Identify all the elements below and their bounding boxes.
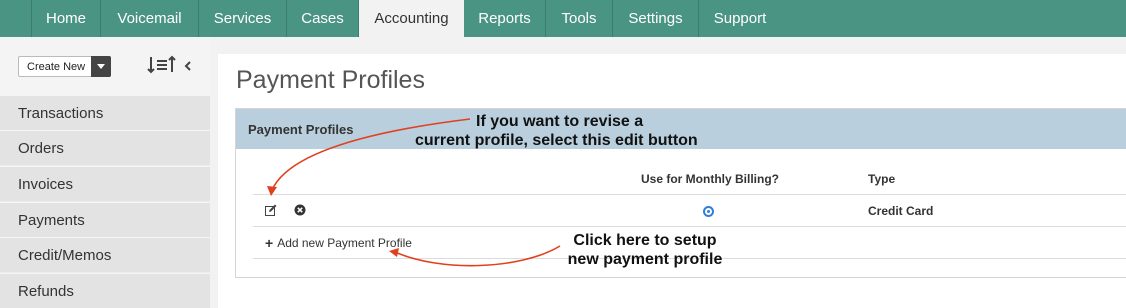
- sidebar-item-credit-memos[interactable]: Credit/Memos: [0, 237, 210, 272]
- add-payment-profile-label: Add new Payment Profile: [277, 236, 412, 250]
- add-annotation-line1: Click here to setup: [573, 232, 717, 249]
- tab-accounting[interactable]: Accounting: [359, 0, 464, 37]
- edit-annotation-line2: current profile, select this edit button: [415, 132, 698, 149]
- tab-home[interactable]: Home: [32, 0, 101, 37]
- collapse-sidebar-icon[interactable]: [183, 60, 193, 72]
- sidebar-toolbar: Create New: [0, 37, 210, 95]
- nav-spacer: [0, 0, 32, 37]
- sort-icon[interactable]: [147, 54, 177, 76]
- card-title: Payment Profiles: [248, 122, 354, 137]
- page-title: Payment Profiles: [236, 66, 425, 94]
- tab-cases[interactable]: Cases: [287, 0, 359, 37]
- create-new-dropdown[interactable]: Create New: [18, 56, 111, 77]
- edit-annotation-line1: If you want to revise a: [476, 113, 644, 130]
- create-new-label: Create New: [27, 60, 86, 73]
- tab-reports[interactable]: Reports: [464, 0, 546, 37]
- add-annotation-line2: new payment profile: [567, 251, 723, 268]
- plus-icon: +: [265, 235, 274, 251]
- row-divider: [253, 226, 1126, 227]
- sidebar-item-orders[interactable]: Orders: [0, 130, 210, 165]
- column-header-monthly-billing: Use for Monthly Billing?: [641, 172, 779, 186]
- payment-type-cell: Credit Card: [868, 204, 934, 218]
- delete-icon[interactable]: [294, 204, 306, 216]
- header-divider: [253, 194, 1126, 195]
- column-header-type: Type: [868, 172, 896, 186]
- top-navigation: Home Voicemail Services Cases Accounting…: [0, 0, 1126, 37]
- chevron-down-icon[interactable]: [91, 56, 111, 77]
- sidebar-item-invoices[interactable]: Invoices: [0, 166, 210, 201]
- tab-settings[interactable]: Settings: [613, 0, 699, 37]
- sidebar-item-refunds[interactable]: Refunds: [0, 273, 210, 308]
- tab-voicemail[interactable]: Voicemail: [101, 0, 199, 37]
- sidebar-item-transactions[interactable]: Transactions: [0, 95, 210, 130]
- tab-support[interactable]: Support: [699, 0, 781, 37]
- sidebar-item-payments[interactable]: Payments: [0, 202, 210, 237]
- tab-tools[interactable]: Tools: [546, 0, 613, 37]
- add-payment-profile-link[interactable]: + Add new Payment Profile: [265, 235, 412, 251]
- monthly-billing-radio[interactable]: [703, 206, 714, 217]
- tab-services[interactable]: Services: [199, 0, 287, 37]
- edit-icon[interactable]: [265, 204, 277, 216]
